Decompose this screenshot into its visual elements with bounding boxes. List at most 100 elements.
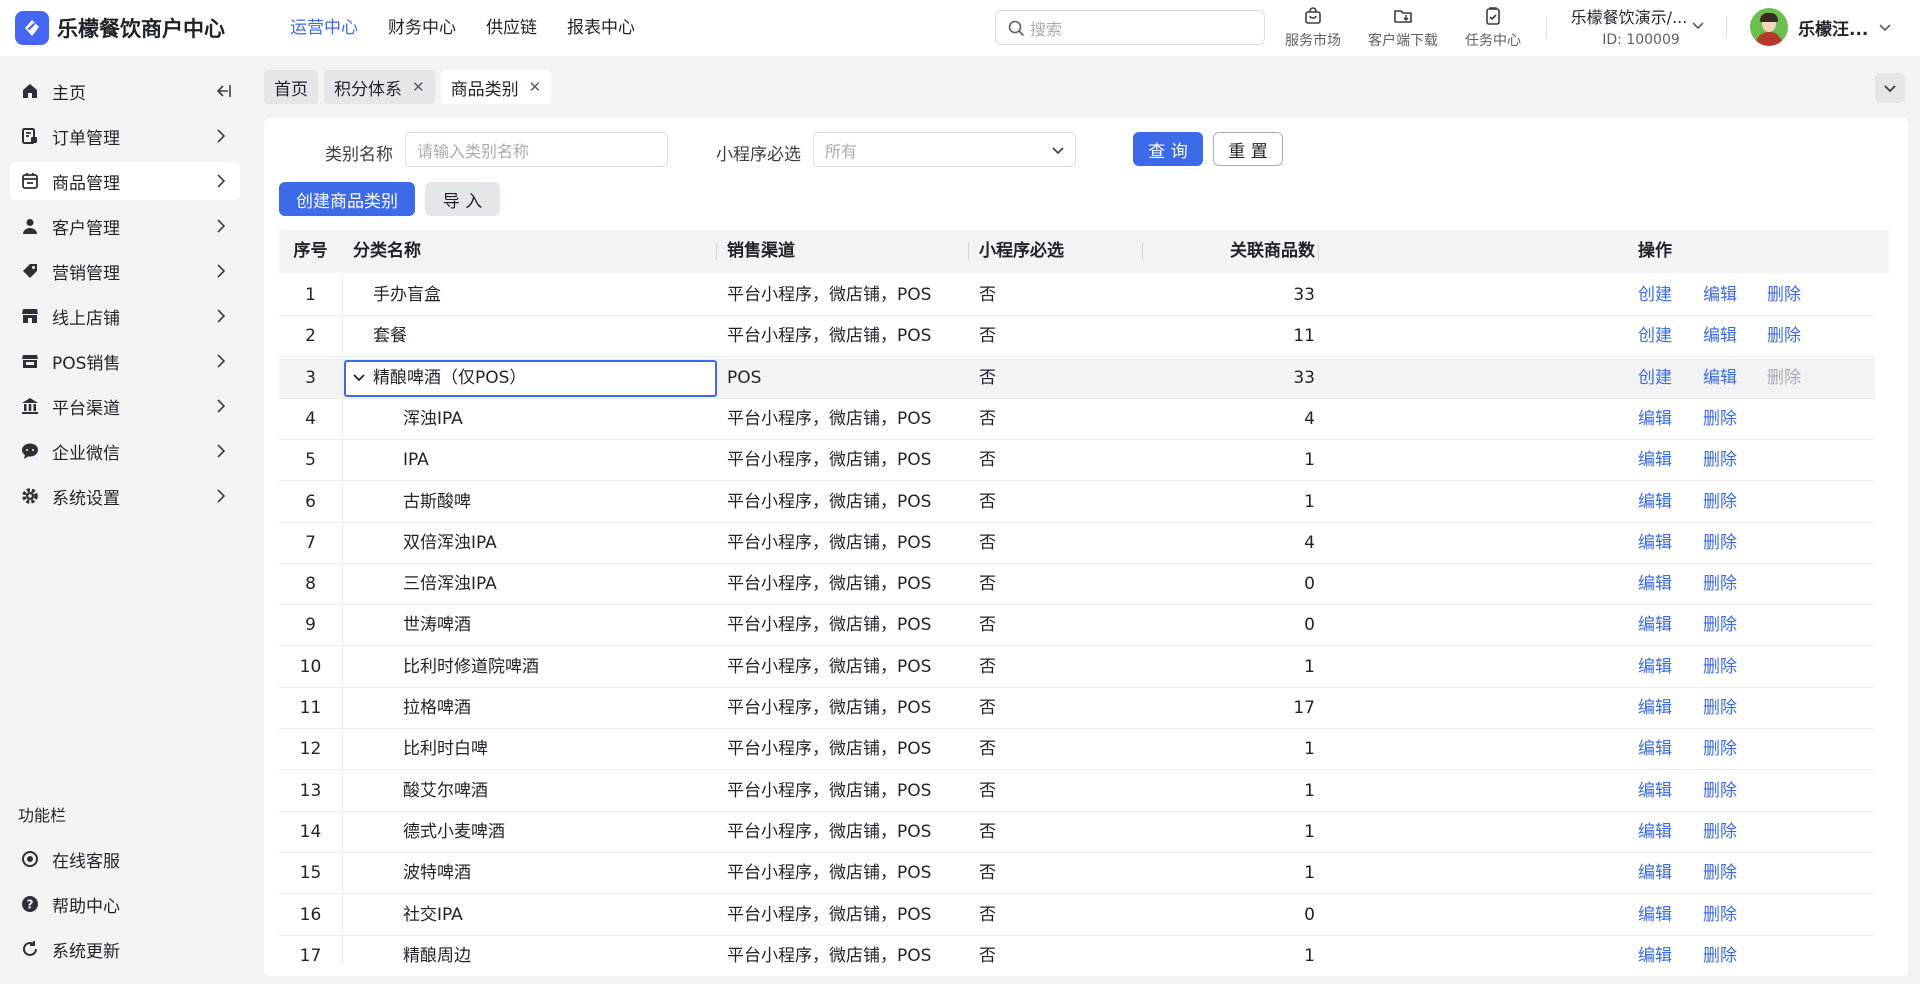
miniapp-required: 否: [979, 945, 996, 964]
table-row[interactable]: 3 精酿啤酒（仅POS） POS 否 33 创建 编辑 删除: [279, 357, 1875, 399]
tab-points-system[interactable]: 积分体系 ✕: [324, 70, 435, 104]
table-row[interactable]: 12 比利时白啤 平台小程序，微店铺，POS 否 1 编辑 删除: [279, 729, 1875, 771]
col-category-name: 分类名称: [353, 241, 421, 261]
edit-button[interactable]: 编辑: [1638, 688, 1672, 729]
table-row[interactable]: 15 波特啤酒 平台小程序，微店铺，POS 否 1 编辑 删除: [279, 853, 1875, 895]
table-row[interactable]: 8 三倍浑浊IPA 平台小程序，微店铺，POS 否 0 编辑 删除: [279, 564, 1875, 606]
delete-button[interactable]: 删除: [1767, 316, 1801, 357]
linked-product-count: 1: [1304, 739, 1315, 760]
edit-button[interactable]: 编辑: [1703, 316, 1737, 357]
miniapp-required-select[interactable]: 所有: [813, 132, 1076, 167]
category-name: 比利时修道院啤酒: [403, 656, 539, 677]
topnav-supply-chain[interactable]: 供应链: [471, 0, 552, 56]
edit-button[interactable]: 编辑: [1638, 771, 1672, 812]
sidebar-item-orders[interactable]: 订单管理: [10, 117, 240, 155]
home-icon: [20, 81, 40, 101]
close-icon[interactable]: ✕: [412, 78, 425, 96]
edit-button[interactable]: 编辑: [1638, 605, 1672, 646]
sidebar-item-wecom[interactable]: 企业微信: [10, 432, 240, 470]
table-row[interactable]: 13 酸艾尔啤酒 平台小程序，微店铺，POS 否 1 编辑 删除: [279, 770, 1875, 812]
edit-button[interactable]: 编辑: [1638, 812, 1672, 853]
table-row[interactable]: 9 世涛啤酒 平台小程序，微店铺，POS 否 0 编辑 删除: [279, 605, 1875, 647]
sidebar-item-marketing[interactable]: 营销管理: [10, 252, 240, 290]
topnav-operations[interactable]: 运营中心: [275, 0, 373, 56]
service-market-button[interactable]: 服务市场: [1268, 4, 1358, 50]
delete-button[interactable]: 删除: [1703, 729, 1737, 770]
delete-button[interactable]: 删除: [1703, 812, 1737, 853]
delete-button[interactable]: 删除: [1703, 399, 1737, 440]
edit-button[interactable]: 编辑: [1638, 853, 1672, 894]
sidebar-item-home[interactable]: 主页: [10, 72, 240, 110]
user-menu[interactable]: 乐檬汪...: [1750, 8, 1892, 46]
sidebar-item-online-store[interactable]: 线上店铺: [10, 297, 240, 335]
collapse-sidebar-icon[interactable]: [214, 82, 232, 100]
sidebar-item-label: 商品管理: [52, 173, 120, 194]
sidebar-item-products[interactable]: 商品管理: [10, 162, 240, 200]
refresh-icon: [20, 939, 40, 959]
sidebar-item-pos-sales[interactable]: POS销售: [10, 342, 240, 380]
store-switcher[interactable]: 乐檬餐饮演示/... ID: 100009: [1563, 4, 1704, 48]
sidebar-item-online-support[interactable]: 在线客服: [10, 840, 240, 878]
import-button[interactable]: 导 入: [425, 182, 500, 216]
delete-button[interactable]: 删除: [1703, 853, 1737, 894]
table-row[interactable]: 17 精酿周边 平台小程序，微店铺，POS 否 1 编辑 删除: [279, 935, 1875, 964]
edit-button[interactable]: 编辑: [1638, 729, 1672, 770]
delete-button[interactable]: 删除: [1703, 895, 1737, 936]
edit-button[interactable]: 编辑: [1638, 399, 1672, 440]
topnav-reports[interactable]: 报表中心: [552, 0, 650, 56]
edit-button[interactable]: 编辑: [1638, 440, 1672, 481]
sidebar-item-platform-channels[interactable]: 平台渠道: [10, 387, 240, 425]
reset-button[interactable]: 重 置: [1213, 132, 1283, 166]
delete-button[interactable]: 删除: [1703, 482, 1737, 523]
edit-button[interactable]: 编辑: [1638, 895, 1672, 936]
category-name-input[interactable]: 请输入类别名称: [405, 132, 668, 167]
index-divider: [342, 688, 343, 729]
sales-channel: 平台小程序，微店铺，POS: [727, 491, 932, 512]
edit-button[interactable]: 编辑: [1638, 523, 1672, 564]
delete-button[interactable]: 删除: [1703, 605, 1737, 646]
search-input[interactable]: 搜索: [995, 10, 1265, 45]
table-row[interactable]: 6 古斯酸啤 平台小程序，微店铺，POS 否 1 编辑 删除: [279, 481, 1875, 523]
delete-button[interactable]: 删除: [1703, 936, 1737, 964]
table-row[interactable]: 1 手办盲盒 平台小程序，微店铺，POS 否 33 创建 编辑 删除: [279, 275, 1875, 316]
task-center-button[interactable]: 任务中心: [1448, 4, 1538, 50]
delete-button[interactable]: 删除: [1703, 564, 1737, 605]
sidebar-item-customers[interactable]: 客户管理: [10, 207, 240, 245]
client-download-button[interactable]: 客户端下载: [1358, 4, 1448, 50]
table-row[interactable]: 7 双倍浑浊IPA 平台小程序，微店铺，POS 否 4 编辑 删除: [279, 522, 1875, 564]
delete-button[interactable]: 删除: [1703, 771, 1737, 812]
tab-home[interactable]: 首页: [264, 70, 318, 104]
edit-button[interactable]: 编辑: [1703, 358, 1737, 399]
close-icon[interactable]: ✕: [529, 78, 542, 96]
create-sub-button[interactable]: 创建: [1638, 358, 1672, 399]
chevron-down-icon[interactable]: [352, 371, 366, 385]
table-row[interactable]: 4 浑浊IPA 平台小程序，微店铺，POS 否 4 编辑 删除: [279, 398, 1875, 440]
tab-product-category[interactable]: 商品类别 ✕: [440, 70, 552, 104]
create-sub-button[interactable]: 创建: [1638, 275, 1672, 316]
table-row[interactable]: 10 比利时修道院啤酒 平台小程序，微店铺，POS 否 1 编辑 删除: [279, 646, 1875, 688]
tabs-dropdown-button[interactable]: [1875, 73, 1905, 103]
edit-button[interactable]: 编辑: [1638, 647, 1672, 688]
table-row[interactable]: 16 社交IPA 平台小程序，微店铺，POS 否 0 编辑 删除: [279, 894, 1875, 936]
table-row[interactable]: 5 IPA 平台小程序，微店铺，POS 否 1 编辑 删除: [279, 440, 1875, 482]
delete-button[interactable]: 删除: [1703, 523, 1737, 564]
create-sub-button[interactable]: 创建: [1638, 316, 1672, 357]
table-row[interactable]: 14 德式小麦啤酒 平台小程序，微店铺，POS 否 1 编辑 删除: [279, 811, 1875, 853]
sidebar-item-system-update[interactable]: 系统更新: [10, 930, 240, 968]
table-row[interactable]: 2 套餐 平台小程序，微店铺，POS 否 11 创建 编辑 删除: [279, 316, 1875, 358]
sidebar-item-settings[interactable]: 系统设置: [10, 477, 240, 515]
create-category-button[interactable]: 创建商品类别: [279, 182, 415, 216]
query-button[interactable]: 查 询: [1133, 132, 1203, 166]
delete-button[interactable]: 删除: [1703, 647, 1737, 688]
sidebar-item-help-center[interactable]: ? 帮助中心: [10, 885, 240, 923]
edit-button[interactable]: 编辑: [1703, 275, 1737, 316]
delete-button[interactable]: 删除: [1703, 688, 1737, 729]
edit-button[interactable]: 编辑: [1638, 564, 1672, 605]
topnav-finance[interactable]: 财务中心: [373, 0, 471, 56]
edit-button[interactable]: 编辑: [1638, 936, 1672, 964]
delete-button[interactable]: 删除: [1703, 440, 1737, 481]
edit-button[interactable]: 编辑: [1638, 482, 1672, 523]
delete-button[interactable]: 删除: [1767, 275, 1801, 316]
table-row[interactable]: 11 拉格啤酒 平台小程序，微店铺，POS 否 17 编辑 删除: [279, 688, 1875, 729]
app-logo[interactable]: 乐檬餐饮商户中心: [15, 11, 263, 45]
